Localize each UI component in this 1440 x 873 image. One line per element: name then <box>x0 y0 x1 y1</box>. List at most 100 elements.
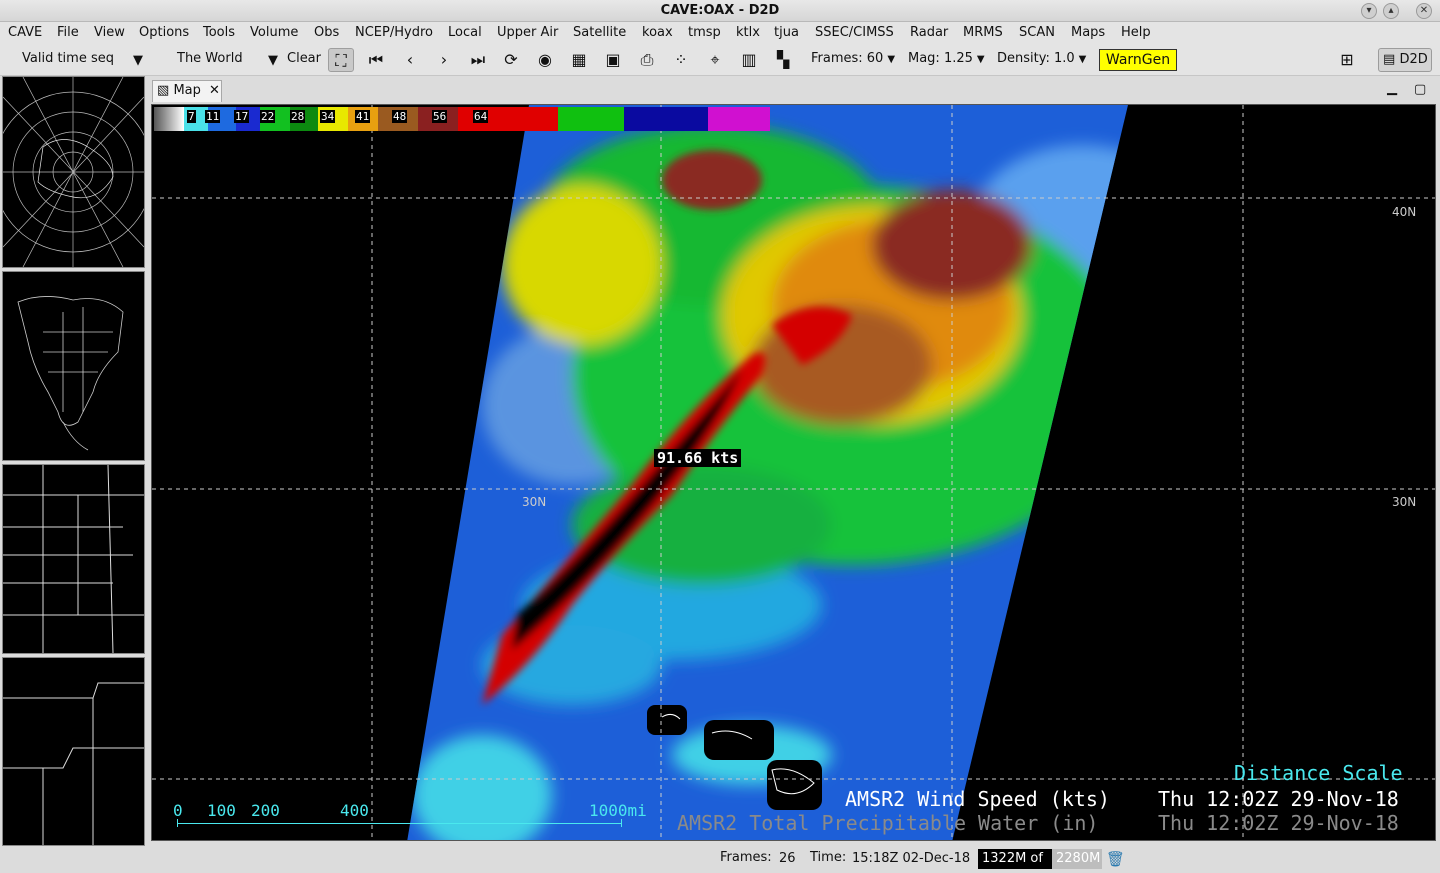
lat-label-30n-swath: 30N <box>522 495 547 509</box>
frames-select[interactable]: Frames: 60 ▼ <box>811 51 895 66</box>
menu-cave[interactable]: CAVE <box>8 25 42 40</box>
points-icon[interactable]: ⁘ <box>668 48 694 72</box>
lat-label-40n: 40N <box>1392 205 1417 219</box>
scale-tick-400: 400 <box>340 801 369 820</box>
map-tab-label: Map <box>173 83 201 98</box>
chevron-down-icon: ▼ <box>1078 54 1087 65</box>
menu-ktlx[interactable]: ktlx <box>736 25 760 40</box>
menu-file[interactable]: File <box>57 25 79 40</box>
scale-value: The World <box>177 51 243 66</box>
menu-options[interactable]: Options <box>139 25 189 40</box>
colorbar-label-56: 56 <box>432 110 448 123</box>
chevron-down-icon: ▼ <box>976 54 985 65</box>
legend-wind-speed-name[interactable]: AMSR2 Wind Speed (kts) <box>845 787 1110 811</box>
menu-view[interactable]: View <box>94 25 125 40</box>
previous-frame-icon[interactable]: ‹ <box>397 48 423 72</box>
menu-radar[interactable]: Radar <box>910 25 948 40</box>
menu-tmsp[interactable]: tmsp <box>688 25 721 40</box>
map-display[interactable]: 7 11 17 22 28 34 41 48 56 64 40N 30N 30N… <box>151 104 1436 841</box>
last-frame-icon[interactable]: ⏭ <box>465 48 491 72</box>
auto-update-icon[interactable]: ◉ <box>532 48 558 72</box>
chevron-down-icon[interactable]: ▼ <box>133 53 143 68</box>
next-frame-icon[interactable]: › <box>431 48 457 72</box>
distance-scale-bar: 0 100 200 400 1000mi <box>173 801 657 827</box>
warngen-button[interactable]: WarnGen <box>1099 49 1177 71</box>
chevron-down-icon[interactable]: ▼ <box>268 53 278 68</box>
menu-obs[interactable]: Obs <box>314 25 339 40</box>
menu-tools[interactable]: Tools <box>203 25 235 40</box>
d2d-perspective-button[interactable]: ▤ D2D <box>1378 48 1432 72</box>
maximize-window-button[interactable]: ▴ <box>1383 3 1399 19</box>
zoom-extent-icon[interactable]: ⛶ <box>328 48 354 72</box>
menu-koax[interactable]: koax <box>642 25 673 40</box>
mag-value: Mag: 1.25 <box>908 51 973 66</box>
menu-upper-air[interactable]: Upper Air <box>497 25 558 40</box>
image-properties-icon[interactable]: ▣ <box>600 48 626 72</box>
loop-mode-value: Valid time seq <box>22 51 114 66</box>
polar-map-graphic <box>0 76 154 268</box>
density-value: Density: 1.0 <box>997 51 1075 66</box>
sample-icon[interactable]: ⌖ <box>702 48 728 72</box>
scale-tick-0: 0 <box>173 801 183 820</box>
first-frame-icon[interactable]: ⏮ <box>363 48 389 72</box>
legend-precip-water-time: Thu 12:02Z 29-Nov-18 <box>1158 811 1399 835</box>
sample-readout: 91.66 kts <box>654 449 742 467</box>
colorbar-label-48: 48 <box>392 110 408 123</box>
thumbnail-pane <box>0 76 154 846</box>
scale-select[interactable]: The World <box>177 51 243 66</box>
map-tab-icon: ▧ <box>157 83 170 98</box>
menu-scan[interactable]: SCAN <box>1019 25 1055 40</box>
minimize-window-button[interactable]: ▾ <box>1361 3 1377 19</box>
loop-mode-select[interactable]: Valid time seq <box>22 51 114 66</box>
frames-value: Frames: 60 <box>811 51 884 66</box>
menu-help[interactable]: Help <box>1121 25 1151 40</box>
open-perspective-icon[interactable]: ⊞ <box>1334 48 1360 72</box>
thumbnail-central-us-map[interactable] <box>2 464 145 654</box>
maximize-view-icon[interactable]: ▢ <box>1414 82 1426 97</box>
central-us-map-graphic <box>3 464 144 654</box>
color-bar <box>154 107 790 131</box>
d2d-label: D2D <box>1399 52 1428 67</box>
legend-precip-water-name[interactable]: AMSR2 Total Precipitable Water (in) <box>677 811 1098 835</box>
frames-label: Frames: <box>720 850 772 865</box>
menu-mrms[interactable]: MRMS <box>963 25 1003 40</box>
loop-icon[interactable]: ⟳ <box>498 48 524 72</box>
lat-label-30n: 30N <box>1392 495 1417 509</box>
main-toolbar: Valid time seq ▼ The World ▼ Clear ⛶ ⏮ ‹… <box>0 44 1440 76</box>
clear-button[interactable]: Clear <box>287 51 321 66</box>
density-select[interactable]: Density: 1.0 ▼ <box>997 51 1086 66</box>
print-icon[interactable]: ⎙ <box>634 48 660 72</box>
menu-satellite[interactable]: Satellite <box>573 25 626 40</box>
menu-tjua[interactable]: tjua <box>774 25 799 40</box>
panel-layout-icon[interactable]: ▥ <box>736 48 762 72</box>
memory-used: 1322M of <box>978 849 1052 869</box>
mag-select[interactable]: Mag: 1.25 ▼ <box>908 51 985 66</box>
distance-scale-title: Distance Scale <box>1234 761 1403 785</box>
image-combine-icon[interactable]: ▦ <box>566 48 592 72</box>
window-titlebar: CAVE:OAX - D2D ▾ ▴ ✕ <box>0 0 1440 22</box>
tab-map[interactable]: ▧ Map ✕ <box>152 80 222 102</box>
thumbnail-polar-map[interactable] <box>0 76 154 268</box>
four-panel-icon[interactable]: ▚ <box>770 48 796 72</box>
menu-ssec-cimss[interactable]: SSEC/CIMSS <box>815 25 894 40</box>
menu-maps[interactable]: Maps <box>1071 25 1105 40</box>
frames-count: 26 <box>779 851 796 866</box>
menu-volume[interactable]: Volume <box>250 25 298 40</box>
colorbar-label-28: 28 <box>290 110 306 123</box>
trash-icon[interactable]: 🗑 <box>1106 850 1125 868</box>
close-tab-icon[interactable]: ✕ <box>209 83 220 98</box>
chevron-down-icon: ▼ <box>887 54 896 65</box>
scale-tick-200: 200 <box>251 801 280 820</box>
thumbnail-state-map[interactable] <box>2 657 145 846</box>
menu-local[interactable]: Local <box>448 25 482 40</box>
menu-ncep-hydro[interactable]: NCEP/Hydro <box>355 25 433 40</box>
close-window-button[interactable]: ✕ <box>1416 3 1432 19</box>
minimize-view-icon[interactable]: ▁ <box>1387 81 1397 96</box>
colorbar-label-17: 17 <box>234 110 250 123</box>
status-bar: Frames: 26 Time: 15:18Z 02-Dec-18 1322M … <box>0 846 1440 873</box>
window-title: CAVE:OAX - D2D <box>660 3 780 18</box>
thumbnail-north-america-map[interactable] <box>2 271 145 461</box>
d2d-icon: ▤ <box>1383 52 1396 67</box>
legend-wind-speed-time: Thu 12:02Z 29-Nov-18 <box>1158 787 1399 811</box>
menu-bar: CAVE File View Options Tools Volume Obs … <box>0 22 1440 44</box>
